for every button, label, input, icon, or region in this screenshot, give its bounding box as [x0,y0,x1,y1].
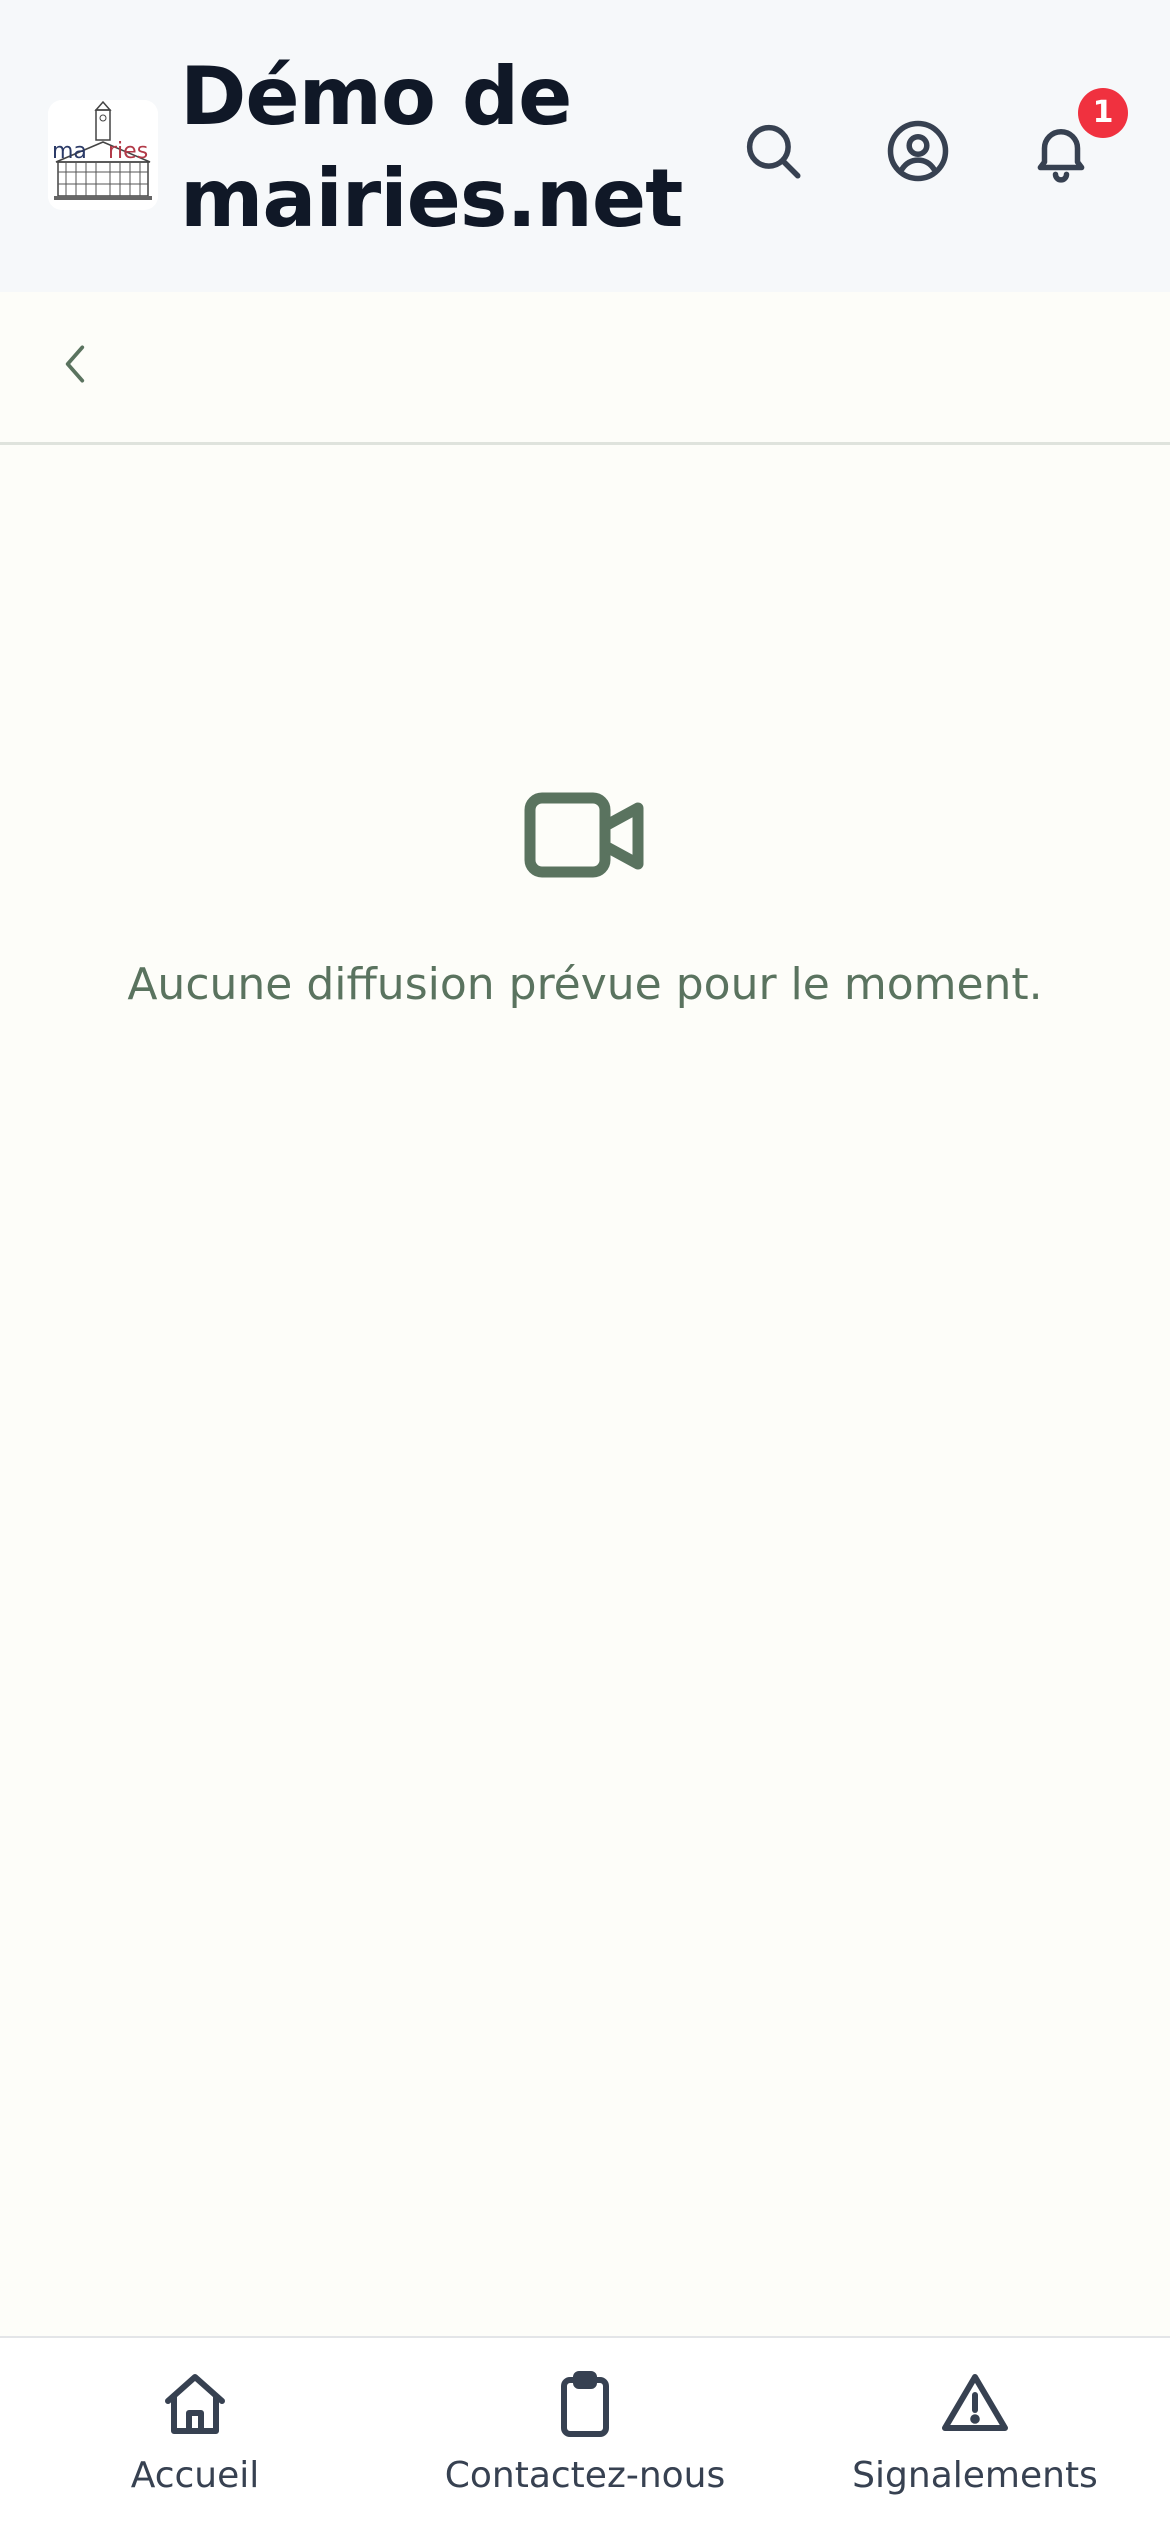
chevron-left-icon [65,345,85,383]
tab-label: Accueil [130,2455,260,2496]
tab-accueil[interactable]: Accueil [0,2338,390,2534]
notification-badge: 1 [1078,88,1128,138]
profile-button[interactable] [875,108,961,194]
app-header: ma ries Démo de mairies.net 1 [0,0,1170,292]
back-button[interactable] [40,328,112,400]
clipboard-icon [561,2371,609,2437]
tab-label: Signalements [852,2455,1098,2496]
video-camera-icon [520,786,650,886]
empty-state-message: Aucune diffusion prévue pour le moment. [127,959,1043,1010]
warning-triangle-icon [942,2374,1008,2431]
town-hall-logo: ma ries [48,100,158,210]
tab-contactez-nous[interactable]: Contactez-nous [390,2338,780,2534]
home-icon [165,2374,225,2434]
navigation-bar [0,292,1170,445]
tab-label: Contactez-nous [444,2455,726,2496]
svg-text:ma: ma [52,139,87,164]
user-circle-icon [887,120,949,182]
bottom-tab-bar: Accueil Contactez-nous Signalements [0,2336,1170,2534]
app-title: Démo de mairies.net [180,50,683,245]
tab-signalements[interactable]: Signalements [780,2338,1170,2534]
svg-text:ries: ries [108,139,148,164]
search-icon [746,124,801,179]
search-button[interactable] [730,108,816,194]
